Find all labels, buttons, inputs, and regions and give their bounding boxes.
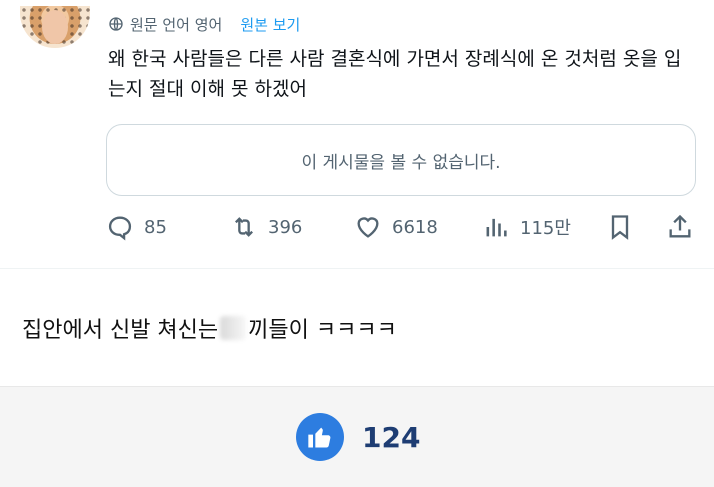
reply-icon (108, 216, 132, 241)
retweet-icon (235, 217, 253, 237)
like-count: 6618 (392, 216, 438, 238)
comment-text-after: 끼들이 ㅋㅋㅋㅋ (248, 318, 397, 343)
translation-notice: 원문 언어 영어 원본 보기 (108, 12, 300, 36)
quoted-post-unavailable: 이 게시물을 볼 수 없습니다. (106, 124, 696, 196)
view-count: 115만 (520, 218, 571, 239)
retweet-count: 396 (268, 216, 303, 238)
reaction-bar: 124 (0, 386, 714, 487)
tweet-text: 왜 한국 사람들은 다른 사람 결혼식에 가면서 장례식에 온 것처럼 옷을 입… (108, 48, 682, 100)
retweet-button[interactable]: 396 (230, 213, 302, 241)
censored-word (220, 316, 247, 340)
avatar-face (42, 10, 68, 44)
share-icon (669, 214, 691, 238)
comment-text-before: 집안에서 신발 쳐신는 (22, 318, 219, 343)
avatar[interactable] (20, 6, 90, 48)
comment-text: 집안에서 신발 쳐신는 끼들이 ㅋㅋㅋㅋ (22, 312, 397, 344)
bookmark-button[interactable] (606, 213, 634, 241)
show-original-link[interactable]: 원본 보기 (240, 14, 300, 35)
translate-label: 원문 언어 영어 (130, 15, 223, 34)
reply-button[interactable]: 85 (106, 213, 167, 241)
reply-count: 85 (144, 216, 167, 238)
bookmark-icon (611, 215, 629, 240)
views-icon (486, 218, 507, 237)
share-button[interactable] (666, 213, 694, 241)
globe-icon (109, 17, 123, 31)
views-button[interactable]: 115만 (482, 213, 571, 241)
like-total: 124 (362, 421, 421, 454)
thumbs-up-icon (308, 427, 331, 448)
like-button[interactable]: 6618 (354, 213, 438, 241)
tweet-actions: 85 396 6618 115만 (106, 208, 696, 246)
heart-icon (357, 217, 379, 238)
divider (0, 268, 714, 269)
tweet-card: 원문 언어 영어 원본 보기 왜 한국 사람들은 다른 사람 결혼식에 가면서 … (0, 0, 714, 268)
thumbs-up-button[interactable] (296, 413, 344, 461)
unavailable-message: 이 게시물을 볼 수 없습니다. (301, 152, 501, 173)
